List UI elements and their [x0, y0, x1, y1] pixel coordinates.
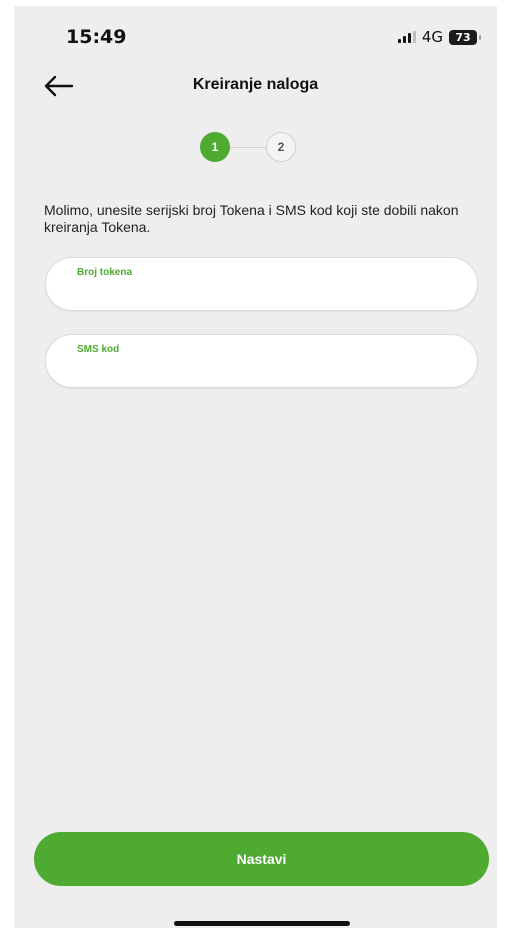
- instruction-text: Molimo, unesite serijski broj Tokena i S…: [44, 202, 459, 235]
- app-screen: 15:49 4G 73 Kreiranje naloga 1 2 Molimo,…: [14, 6, 497, 928]
- step-connector: [230, 146, 266, 148]
- status-time: 15:49: [66, 26, 127, 48]
- step-1-indicator: 1: [200, 132, 230, 162]
- sms-code-input[interactable]: [77, 361, 457, 381]
- home-indicator: [174, 921, 350, 926]
- token-number-field[interactable]: Broj tokena: [45, 257, 478, 311]
- network-type: 4G: [421, 28, 443, 46]
- status-indicators: 4G 73: [397, 28, 481, 46]
- token-number-label: Broj tokena: [77, 267, 133, 278]
- step-2-indicator: 2: [266, 132, 296, 162]
- signal-bars-icon: [397, 31, 416, 43]
- continue-button[interactable]: Nastavi: [34, 832, 489, 886]
- page-title: Kreiranje naloga: [192, 76, 319, 93]
- battery-icon: 73: [449, 29, 481, 45]
- sms-code-field[interactable]: SMS kod: [45, 334, 478, 388]
- progress-stepper: 1 2: [200, 132, 296, 162]
- token-number-input[interactable]: [77, 284, 457, 304]
- sms-code-label: SMS kod: [77, 344, 120, 355]
